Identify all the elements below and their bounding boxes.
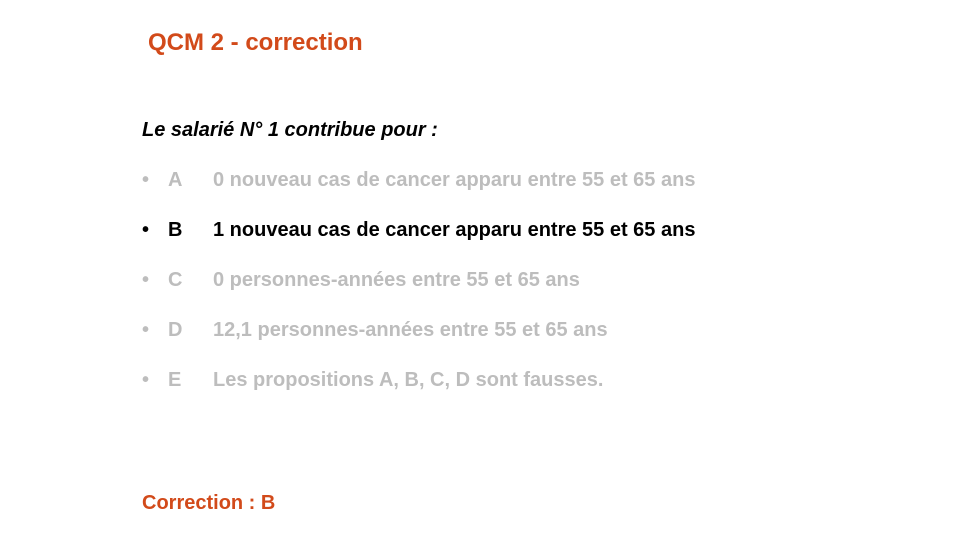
bullet-icon: • [142, 369, 150, 391]
option-text: 0 personnes-années entre 55 et 65 ans [213, 269, 580, 291]
answer-option-d: • D 12,1 personnes-années entre 55 et 65… [142, 318, 695, 368]
answer-option-b: • B 1 nouveau cas de cancer apparu entre… [142, 218, 695, 268]
option-letter: A [168, 169, 183, 191]
option-letter: D [168, 319, 183, 341]
option-letter: E [168, 369, 182, 391]
answer-option-c: • C 0 personnes-années entre 55 et 65 an… [142, 268, 695, 318]
bullet-icon: • [142, 319, 150, 341]
option-text: 0 nouveau cas de cancer apparu entre 55 … [213, 169, 696, 191]
option-text: Les propositions A, B, C, D sont fausses… [213, 369, 604, 391]
option-letter: B [168, 219, 183, 241]
correction-answer: Correction : B [142, 492, 276, 514]
answer-option-a: • A 0 nouveau cas de cancer apparu entre… [142, 168, 695, 218]
slide-title: QCM 2 - correction [148, 29, 363, 56]
answer-option-e: • E Les propositions A, B, C, D sont fau… [142, 368, 695, 418]
question-text: Le salarié N° 1 contribue pour : [142, 119, 438, 141]
option-letter: C [168, 269, 183, 291]
bullet-icon: • [142, 219, 150, 241]
option-text: 12,1 personnes-années entre 55 et 65 ans [213, 319, 608, 341]
bullet-icon: • [142, 169, 150, 191]
bullet-icon: • [142, 269, 150, 291]
answer-options-list: • A 0 nouveau cas de cancer apparu entre… [142, 168, 695, 418]
option-text: 1 nouveau cas de cancer apparu entre 55 … [213, 219, 696, 241]
